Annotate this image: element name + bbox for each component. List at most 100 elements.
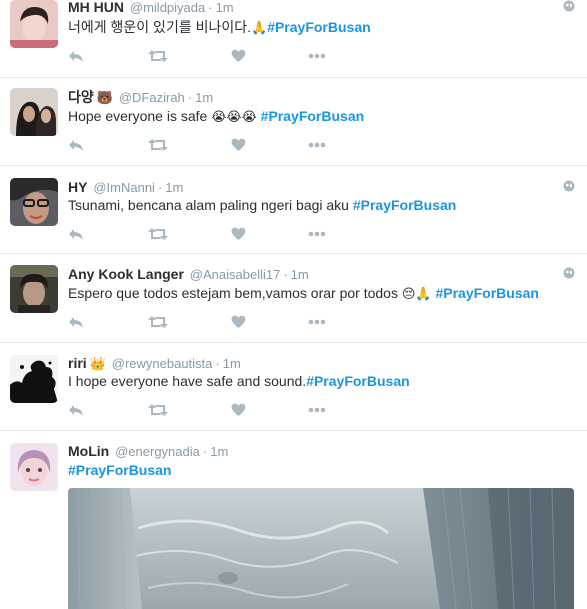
tweet-header: Any Kook Langer @Anaisabelli17 · 1m bbox=[68, 265, 309, 283]
tweet-actions bbox=[68, 313, 338, 331]
timestamp[interactable]: 1m bbox=[291, 267, 309, 282]
tweet-media-image[interactable] bbox=[68, 488, 574, 609]
more-icon bbox=[308, 53, 326, 59]
reply-icon bbox=[68, 315, 84, 329]
tweet-text: 너에게 행운이 있기를 비나이다.🙏#PrayForBusan bbox=[68, 18, 371, 37]
retweet-button[interactable] bbox=[148, 401, 168, 419]
hashtag-link[interactable]: #PrayForBusan bbox=[306, 373, 409, 389]
hashtag-link[interactable]: #PrayForBusan bbox=[68, 462, 171, 478]
tweet-header: MH HUN @mildpiyada · 1m bbox=[68, 0, 234, 16]
tweet-header: riri 👑 @rewynebautista · 1m bbox=[68, 354, 241, 372]
timestamp[interactable]: 1m bbox=[216, 0, 234, 15]
display-name[interactable]: Any Kook Langer bbox=[68, 266, 184, 282]
retweet-button[interactable] bbox=[148, 136, 168, 154]
tweet-header: MoLin @energynadia · 1m bbox=[68, 442, 228, 460]
display-name[interactable]: riri bbox=[68, 355, 87, 371]
username[interactable]: @Anaisabelli17 bbox=[190, 267, 281, 282]
tweet-body: 너에게 행운이 있기를 비나이다. bbox=[68, 19, 251, 35]
display-name[interactable]: 다양 bbox=[68, 89, 94, 105]
reply-button[interactable] bbox=[68, 313, 84, 331]
username[interactable]: @DFazirah bbox=[119, 90, 185, 105]
globe-icon bbox=[563, 267, 575, 279]
separator: · bbox=[202, 444, 208, 459]
retweet-icon bbox=[148, 49, 168, 63]
tweet-text: Espero que todos estejam bem,vamos orar … bbox=[68, 284, 539, 303]
reply-icon bbox=[68, 227, 84, 241]
username[interactable]: @mildpiyada bbox=[130, 0, 205, 15]
reply-button[interactable] bbox=[68, 136, 84, 154]
globe-icon bbox=[563, 0, 575, 12]
retweet-icon bbox=[148, 138, 168, 152]
like-button[interactable] bbox=[231, 225, 246, 243]
timestamp[interactable]: 1m bbox=[195, 90, 213, 105]
emoji: 😔🙏 bbox=[401, 286, 432, 301]
timestamp[interactable]: 1m bbox=[223, 356, 241, 371]
tweet-5[interactable]: riri 👑 @rewynebautista · 1m I hope everyone… bbox=[0, 343, 587, 431]
more-button[interactable] bbox=[308, 136, 326, 154]
timestamp[interactable]: 1m bbox=[165, 180, 183, 195]
tweet-actions bbox=[68, 47, 338, 65]
separator: · bbox=[208, 0, 213, 15]
more-icon bbox=[308, 231, 326, 237]
separator: · bbox=[283, 267, 288, 282]
like-button[interactable] bbox=[231, 47, 246, 65]
tweet-actions bbox=[68, 225, 338, 243]
like-button[interactable] bbox=[231, 136, 246, 154]
timestamp[interactable]: 1m bbox=[210, 444, 228, 459]
username[interactable]: @energynadia bbox=[115, 444, 200, 459]
tweet-text: I hope everyone have safe and sound.#Pra… bbox=[68, 372, 410, 390]
tweet-3[interactable]: HY @ImNanni · 1m Tsunami, bencana alam pal… bbox=[0, 166, 587, 254]
tweet-text: #PrayForBusan bbox=[68, 461, 171, 479]
reply-icon bbox=[68, 403, 84, 417]
tweet-text: Hope everyone is safe 😭😭😭 #PrayForBusan bbox=[68, 107, 364, 126]
hashtag-link[interactable]: #PrayForBusan bbox=[435, 285, 538, 301]
avatar[interactable] bbox=[10, 355, 58, 403]
more-button[interactable] bbox=[308, 225, 326, 243]
avatar[interactable] bbox=[10, 88, 58, 136]
reply-button[interactable] bbox=[68, 225, 84, 243]
retweet-button[interactable] bbox=[148, 313, 168, 331]
more-icon bbox=[308, 319, 326, 325]
tweet-header: 다양 🐻 @DFazirah · 1m bbox=[68, 88, 213, 106]
display-name[interactable]: MH HUN bbox=[68, 0, 124, 15]
like-icon bbox=[231, 227, 246, 241]
tweet-actions bbox=[68, 136, 338, 154]
emoji: 🙏 bbox=[251, 20, 268, 35]
reply-button[interactable] bbox=[68, 401, 84, 419]
like-icon bbox=[231, 403, 246, 417]
retweet-icon bbox=[148, 403, 168, 417]
separator: · bbox=[187, 90, 193, 105]
reply-button[interactable] bbox=[68, 47, 84, 65]
username[interactable]: @ImNanni bbox=[93, 180, 155, 195]
retweet-icon bbox=[148, 227, 168, 241]
avatar[interactable] bbox=[10, 0, 58, 48]
more-button[interactable] bbox=[308, 313, 326, 331]
tsunami-photo bbox=[68, 488, 574, 609]
like-button[interactable] bbox=[231, 401, 246, 419]
avatar[interactable] bbox=[10, 265, 58, 313]
more-button[interactable] bbox=[308, 401, 326, 419]
tweet-1[interactable]: MH HUN @mildpiyada · 1m 너에게 행운이 있기를 비나이다.🙏… bbox=[0, 0, 587, 78]
retweet-button[interactable] bbox=[148, 225, 168, 243]
tweet-4[interactable]: Any Kook Langer @Anaisabelli17 · 1m Espero… bbox=[0, 254, 587, 343]
display-name[interactable]: HY bbox=[68, 179, 87, 195]
reply-icon bbox=[68, 138, 84, 152]
display-name[interactable]: MoLin bbox=[68, 443, 109, 459]
tweet-body: Hope everyone is safe bbox=[68, 108, 208, 124]
tweet-header: HY @ImNanni · 1m bbox=[68, 178, 183, 196]
hashtag-link[interactable]: #PrayForBusan bbox=[267, 19, 370, 35]
username[interactable]: @rewynebautista bbox=[112, 356, 213, 371]
like-icon bbox=[231, 49, 246, 63]
more-button[interactable] bbox=[308, 47, 326, 65]
hashtag-link[interactable]: #PrayForBusan bbox=[261, 108, 364, 124]
tweet-actions bbox=[68, 401, 338, 419]
hashtag-link[interactable]: #PrayForBusan bbox=[353, 197, 456, 213]
tweet-2[interactable]: 다양 🐻 @DFazirah · 1m Hope everyone is safe 😭… bbox=[0, 78, 587, 166]
avatar[interactable] bbox=[10, 178, 58, 226]
separator: · bbox=[215, 356, 220, 371]
avatar[interactable] bbox=[10, 443, 58, 491]
tweet-body: I hope everyone have safe and sound. bbox=[68, 373, 307, 389]
more-icon bbox=[308, 142, 326, 148]
retweet-button[interactable] bbox=[148, 47, 168, 65]
like-button[interactable] bbox=[231, 313, 246, 331]
